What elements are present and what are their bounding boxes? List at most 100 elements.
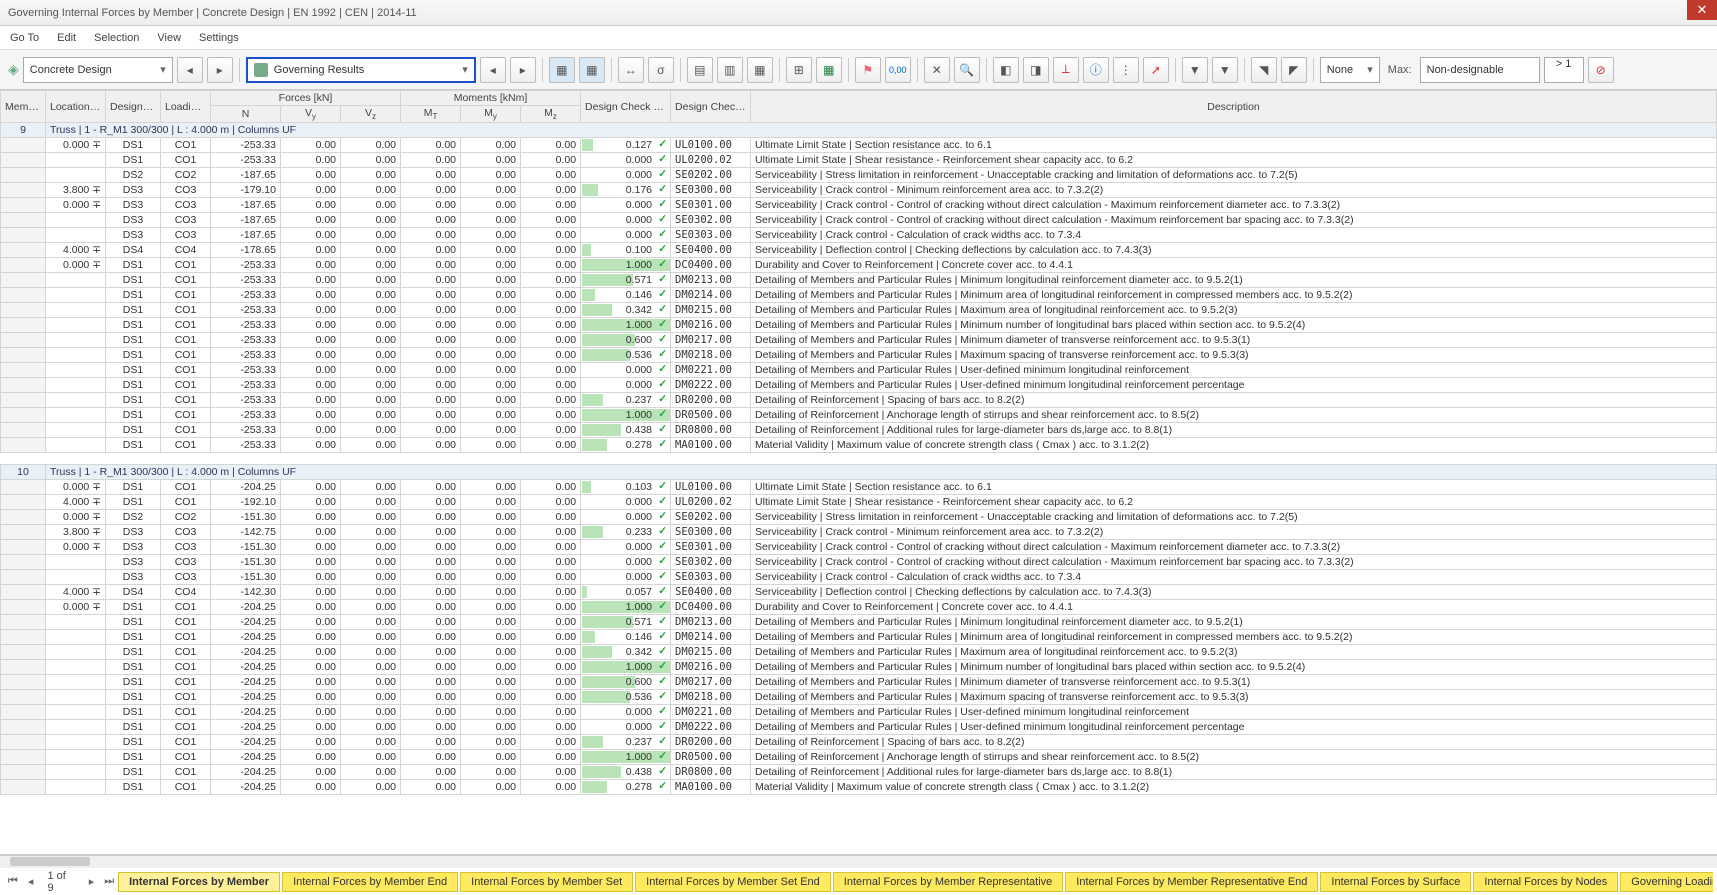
table-row[interactable]: 4.000 ∓DS1CO1-192.100.000.000.000.000.00… bbox=[1, 495, 1717, 510]
col-vz[interactable]: Vz bbox=[341, 106, 401, 123]
col-ds[interactable]: Design Situation bbox=[106, 91, 161, 123]
tool-filter2[interactable]: ◨ bbox=[1023, 57, 1049, 83]
table-row[interactable]: 0.000 ∓DS2CO2-151.300.000.000.000.000.00… bbox=[1, 510, 1717, 525]
tool-highlight1[interactable]: ▦ bbox=[549, 57, 575, 83]
tool-highlight2[interactable]: ▦ bbox=[579, 57, 605, 83]
tab-internal-forces-by-surface[interactable]: Internal Forces by Surface bbox=[1320, 872, 1471, 892]
table-row[interactable]: DS3CO3-187.650.000.000.000.000.000.000✓S… bbox=[1, 228, 1717, 243]
table-row[interactable]: DS1CO1-204.250.000.000.000.000.000.342✓D… bbox=[1, 645, 1717, 660]
tab-internal-forces-by-member-set-end[interactable]: Internal Forces by Member Set End bbox=[635, 872, 831, 892]
tool-excel[interactable]: ▦ bbox=[816, 57, 842, 83]
col-type[interactable]: Design Check Type bbox=[671, 91, 751, 123]
table-row[interactable]: DS1CO1-253.330.000.000.000.000.000.000✓D… bbox=[1, 378, 1717, 393]
col-location[interactable]: Location x [m] bbox=[46, 91, 106, 123]
table-row[interactable]: DS3CO3-151.300.000.000.000.000.000.000✓S… bbox=[1, 570, 1717, 585]
tab-internal-forces-by-member-end[interactable]: Internal Forces by Member End bbox=[282, 872, 458, 892]
tab-internal-forces-by-member-set[interactable]: Internal Forces by Member Set bbox=[460, 872, 633, 892]
table-row[interactable]: DS1CO1-204.250.000.000.000.000.000.536✓D… bbox=[1, 690, 1717, 705]
menu-selection[interactable]: Selection bbox=[94, 32, 139, 44]
tool-search[interactable]: 🔍 bbox=[954, 57, 980, 83]
col-vy[interactable]: Vy bbox=[281, 106, 341, 123]
table-row[interactable]: 3.800 ∓DS3CO3-179.100.000.000.000.000.00… bbox=[1, 183, 1717, 198]
table-row[interactable]: DS1CO1-253.330.000.000.000.000.000.237✓D… bbox=[1, 393, 1717, 408]
table-row[interactable]: DS1CO1-204.250.000.000.000.000.001.000✓D… bbox=[1, 660, 1717, 675]
col-moments-group[interactable]: Moments [kNm] bbox=[401, 91, 581, 106]
table-row[interactable]: 0.000 ∓DS3CO3-187.650.000.000.000.000.00… bbox=[1, 198, 1717, 213]
table-row[interactable]: DS1CO1-204.250.000.000.000.000.000.438✓D… bbox=[1, 765, 1717, 780]
table-row[interactable]: 0.000 ∓DS1CO1-253.330.000.000.000.000.00… bbox=[1, 138, 1717, 153]
nav-prev2-button[interactable]: ◂ bbox=[480, 57, 506, 83]
menu-go-to[interactable]: Go To bbox=[10, 32, 39, 44]
table-row[interactable]: DS1CO1-204.250.000.000.000.000.000.571✓D… bbox=[1, 615, 1717, 630]
close-button[interactable]: ✕ bbox=[1687, 0, 1717, 20]
table-row[interactable]: DS1CO1-253.330.000.000.000.000.000.146✓D… bbox=[1, 288, 1717, 303]
nav-prev-button[interactable]: ◂ bbox=[177, 57, 203, 83]
table-row[interactable]: DS1CO1-204.250.000.000.000.000.000.278✓M… bbox=[1, 780, 1717, 795]
nav-next2-button[interactable]: ▸ bbox=[510, 57, 536, 83]
tool-table2[interactable]: ▥ bbox=[717, 57, 743, 83]
scrollbar-thumb[interactable] bbox=[10, 857, 90, 866]
col-n[interactable]: N bbox=[211, 106, 281, 123]
tool-funnel1[interactable]: ▼ bbox=[1182, 57, 1208, 83]
tab-internal-forces-by-nodes[interactable]: Internal Forces by Nodes bbox=[1473, 872, 1618, 892]
tool-table3[interactable]: ▦ bbox=[747, 57, 773, 83]
col-mz[interactable]: Mz bbox=[521, 106, 581, 123]
tab-internal-forces-by-member-representative-end[interactable]: Internal Forces by Member Representative… bbox=[1065, 872, 1318, 892]
max-select[interactable]: Non-designable bbox=[1420, 57, 1540, 83]
table-row[interactable]: DS1CO1-253.330.000.000.000.000.000.536✓D… bbox=[1, 348, 1717, 363]
table-row[interactable]: 0.000 ∓DS1CO1-204.250.000.000.000.000.00… bbox=[1, 480, 1717, 495]
table-row[interactable]: DS1CO1-253.330.000.000.000.000.000.342✓D… bbox=[1, 303, 1717, 318]
col-desc[interactable]: Description bbox=[751, 91, 1717, 123]
table-row[interactable]: 4.000 ∓DS4CO4-178.650.000.000.000.000.00… bbox=[1, 243, 1717, 258]
threshold-input[interactable]: > 1 bbox=[1544, 57, 1584, 83]
table-row[interactable]: DS1CO1-253.330.000.000.000.000.001.000✓D… bbox=[1, 318, 1717, 333]
nav-next-button[interactable]: ▸ bbox=[207, 57, 233, 83]
tab-last-button[interactable]: ⏭ bbox=[100, 873, 118, 891]
tool-grid[interactable]: ⊞ bbox=[786, 57, 812, 83]
tab-next-button[interactable]: ▸ bbox=[83, 873, 101, 891]
tool-error[interactable]: ⊘ bbox=[1588, 57, 1614, 83]
tab-internal-forces-by-member-representative[interactable]: Internal Forces by Member Representative bbox=[833, 872, 1063, 892]
table-row[interactable]: DS1CO1-253.330.000.000.000.000.000.278✓M… bbox=[1, 438, 1717, 453]
table-row[interactable]: DS1CO1-204.250.000.000.000.000.001.000✓D… bbox=[1, 750, 1717, 765]
tool-funnel4[interactable]: ◤ bbox=[1281, 57, 1307, 83]
table-row[interactable]: DS1CO1-204.250.000.000.000.000.000.000✓D… bbox=[1, 720, 1717, 735]
table-row[interactable]: DS1CO1-253.330.000.000.000.000.000.600✓D… bbox=[1, 333, 1717, 348]
group-header-row[interactable]: 9Truss | 1 - R_M1 300/300 | L : 4.000 m … bbox=[1, 123, 1717, 138]
table-row[interactable]: DS1CO1-253.330.000.000.000.000.000.000✓U… bbox=[1, 153, 1717, 168]
table-row[interactable]: 0.000 ∓DS1CO1-253.330.000.000.000.000.00… bbox=[1, 258, 1717, 273]
tab-governing-loading[interactable]: Governing Loading bbox=[1620, 872, 1713, 892]
table-row[interactable]: 0.000 ∓DS1CO1-204.250.000.000.000.000.00… bbox=[1, 600, 1717, 615]
group-header-row[interactable]: 10Truss | 1 - R_M1 300/300 | L : 4.000 m… bbox=[1, 465, 1717, 480]
table-row[interactable]: DS3CO3-151.300.000.000.000.000.000.000✓S… bbox=[1, 555, 1717, 570]
tab-internal-forces-by-member[interactable]: Internal Forces by Member bbox=[118, 872, 280, 892]
col-my[interactable]: My bbox=[461, 106, 521, 123]
tool-funnel2[interactable]: ▼ bbox=[1212, 57, 1238, 83]
table-row[interactable]: 4.000 ∓DS4CO4-142.300.000.000.000.000.00… bbox=[1, 585, 1717, 600]
table-row[interactable]: DS1CO1-204.250.000.000.000.000.000.237✓D… bbox=[1, 735, 1717, 750]
table-row[interactable]: DS3CO3-187.650.000.000.000.000.000.000✓S… bbox=[1, 213, 1717, 228]
table-row[interactable]: 0.000 ∓DS3CO3-151.300.000.000.000.000.00… bbox=[1, 540, 1717, 555]
col-member[interactable]: Member No. bbox=[1, 91, 46, 123]
category-select[interactable]: Concrete Design ▾ bbox=[23, 57, 173, 83]
tool-dots[interactable]: ⋮ bbox=[1113, 57, 1139, 83]
tool-flag[interactable]: ⚑ bbox=[855, 57, 881, 83]
col-mt[interactable]: MT bbox=[401, 106, 461, 123]
table-row[interactable]: DS2CO2-187.650.000.000.000.000.000.000✓S… bbox=[1, 168, 1717, 183]
table-row[interactable]: DS1CO1-204.250.000.000.000.000.000.000✓D… bbox=[1, 705, 1717, 720]
tab-prev-button[interactable]: ◂ bbox=[22, 873, 40, 891]
table-row[interactable]: DS1CO1-253.330.000.000.000.000.001.000✓D… bbox=[1, 408, 1717, 423]
tool-funnel3[interactable]: ◥ bbox=[1251, 57, 1277, 83]
tab-first-button[interactable]: ⏮ bbox=[4, 873, 22, 891]
col-lo[interactable]: Loading No. bbox=[161, 91, 211, 123]
table-row[interactable]: 3.800 ∓DS3CO3-142.750.000.000.000.000.00… bbox=[1, 525, 1717, 540]
table-row[interactable]: DS1CO1-204.250.000.000.000.000.000.146✓D… bbox=[1, 630, 1717, 645]
tool-clear[interactable]: ✕ bbox=[924, 57, 950, 83]
menu-edit[interactable]: Edit bbox=[57, 32, 76, 44]
tool-table1[interactable]: ▤ bbox=[687, 57, 713, 83]
tool-arrow[interactable]: ➚ bbox=[1143, 57, 1169, 83]
tool-measure[interactable]: ↔ bbox=[618, 57, 644, 83]
horizontal-scrollbar[interactable] bbox=[0, 855, 1717, 867]
tool-info[interactable]: ⓘ bbox=[1083, 57, 1109, 83]
result-type-select[interactable]: Governing Results ▾ bbox=[246, 57, 476, 83]
